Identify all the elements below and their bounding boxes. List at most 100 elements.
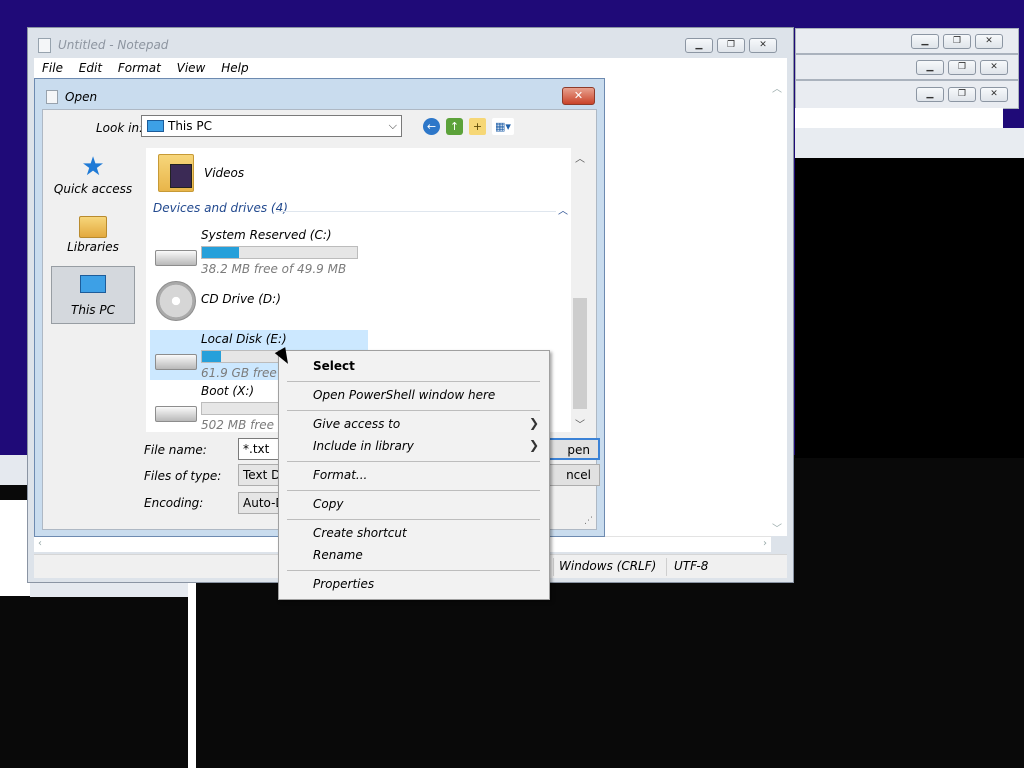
menu-separator	[287, 381, 540, 382]
look-in-label: Look in:	[96, 121, 144, 135]
status-encoding: UTF-8	[674, 559, 709, 573]
collapse-chevron-icon[interactable]: ︿	[558, 202, 568, 217]
minimize-button[interactable]: ▁	[916, 60, 944, 75]
window-title: Untitled - Notepad	[58, 38, 169, 52]
minimize-button[interactable]: ▁	[916, 87, 944, 102]
place-quick-access[interactable]: ★ Quick access	[51, 148, 135, 206]
encoding-label: Encoding:	[144, 496, 204, 510]
view-menu-icon[interactable]: ▦▾	[492, 118, 514, 135]
drive-usage-fill	[202, 247, 240, 258]
minimize-button[interactable]: ▁	[911, 34, 939, 49]
close-button[interactable]: ✕	[975, 34, 1003, 49]
cd-drive-icon	[156, 281, 196, 321]
menu-item-select[interactable]: Select	[313, 359, 355, 373]
background-window-content	[795, 108, 1003, 128]
close-button[interactable]: ✕	[562, 87, 595, 105]
submenu-arrow-icon: ❯	[528, 438, 539, 452]
submenu-arrow-icon: ❯	[528, 416, 539, 430]
close-button[interactable]: ✕	[980, 60, 1008, 75]
drive-name: Local Disk (E:)	[201, 332, 287, 346]
notepad-icon	[38, 38, 51, 53]
background-window-content	[795, 128, 1024, 158]
look-in-combobox[interactable]: This PC ⌵	[141, 115, 402, 137]
menu-item-format[interactable]: Format...	[313, 468, 367, 482]
drive-name: System Reserved (C:)	[201, 228, 332, 242]
scroll-down-icon[interactable]: ﹀	[575, 416, 585, 431]
menu-item-include-in-library[interactable]: Include in library	[313, 439, 414, 453]
vertical-scrollbar[interactable]: ︿ ﹀	[769, 78, 785, 536]
menu-help[interactable]: Help	[221, 58, 248, 78]
close-button[interactable]: ✕	[749, 38, 777, 53]
scroll-up-icon[interactable]: ︿	[769, 80, 785, 95]
drive-usage-fill	[202, 351, 221, 362]
place-libraries[interactable]: Libraries	[51, 208, 135, 266]
scroll-up-icon[interactable]: ︿	[575, 150, 585, 165]
video-film-icon	[170, 164, 192, 188]
drive-item-d[interactable]: CD Drive (D:)	[150, 278, 368, 328]
menu-item-copy[interactable]: Copy	[313, 497, 343, 511]
menu-item-rename[interactable]: Rename	[313, 548, 363, 562]
scroll-left-icon[interactable]: ‹	[38, 538, 42, 549]
places-bar: ★ Quick access Libraries This PC	[49, 148, 141, 408]
group-divider	[276, 211, 556, 212]
menu-item-create-shortcut[interactable]: Create shortcut	[313, 526, 407, 540]
drive-free-space: 38.2 MB free of 49.9 MB	[201, 262, 347, 276]
menu-item-properties[interactable]: Properties	[313, 577, 374, 591]
status-separator	[553, 558, 554, 576]
minimize-button[interactable]: ▁	[685, 38, 713, 53]
background-window-3[interactable]: ▁ ❐ ✕	[795, 80, 1019, 109]
computer-icon	[80, 275, 106, 293]
drive-name: CD Drive (D:)	[201, 292, 281, 306]
new-folder-icon[interactable]: +	[469, 118, 486, 135]
menu-file[interactable]: File	[42, 58, 63, 78]
maximize-button[interactable]: ❐	[717, 38, 745, 53]
status-separator	[666, 558, 667, 576]
group-header-devices[interactable]: Devices and drives (4)	[153, 201, 288, 215]
menu-separator	[287, 570, 540, 571]
drive-name: Boot (X:)	[201, 384, 255, 398]
menu-separator	[287, 410, 540, 411]
libraries-icon	[79, 216, 107, 238]
menu-separator	[287, 490, 540, 491]
menu-format[interactable]: Format	[118, 58, 161, 78]
chevron-down-icon[interactable]: ⌵	[389, 119, 397, 133]
context-menu: Select Open PowerShell window here Give …	[278, 350, 550, 600]
drive-item-c[interactable]: System Reserved (C:) 38.2 MB free of 49.…	[150, 226, 368, 276]
file-name-label: File name:	[144, 443, 207, 457]
place-this-pc[interactable]: This PC	[51, 266, 135, 324]
dialog-icon	[46, 90, 58, 104]
back-icon[interactable]: ←	[423, 118, 440, 135]
folder-label: Videos	[204, 166, 245, 180]
cancel-button[interactable]: ncel	[548, 464, 600, 486]
scroll-right-icon[interactable]: ›	[763, 538, 767, 549]
menu-separator	[287, 519, 540, 520]
folder-item-videos[interactable]: Videos	[158, 154, 458, 196]
background-window-edge	[188, 583, 196, 768]
background-window-2[interactable]: ▁ ❐ ✕	[795, 54, 1019, 80]
scrollbar-thumb[interactable]	[573, 298, 587, 409]
background-window-content	[795, 158, 1024, 458]
look-in-value: This PC	[168, 119, 212, 133]
menu-item-give-access[interactable]: Give access to	[313, 417, 400, 431]
up-folder-icon[interactable]: ↑	[446, 118, 463, 135]
restore-button[interactable]: ❐	[943, 34, 971, 49]
dialog-toolbar: ← ↑ + ▦▾	[423, 118, 514, 135]
menu-item-open-powershell[interactable]: Open PowerShell window here	[313, 388, 495, 402]
dialog-title: Open	[65, 90, 98, 104]
place-label: Libraries	[67, 240, 119, 254]
file-list-scrollbar[interactable]: ︿ ﹀	[571, 148, 589, 432]
background-window-1[interactable]: ▁ ❐ ✕	[795, 28, 1019, 54]
restore-button[interactable]: ❐	[948, 87, 976, 102]
menu-edit[interactable]: Edit	[79, 58, 102, 78]
drive-usage-bar	[201, 246, 358, 259]
restore-button[interactable]: ❐	[948, 60, 976, 75]
menu-bar: File Edit Format View Help	[34, 58, 787, 78]
menu-separator	[287, 461, 540, 462]
scroll-down-icon[interactable]: ﹀	[769, 520, 785, 535]
place-label: Quick access	[53, 182, 133, 196]
open-button[interactable]: pen	[548, 438, 600, 460]
background-window-edge	[30, 583, 190, 597]
close-button[interactable]: ✕	[980, 87, 1008, 102]
resize-grip-icon[interactable]: ⋰	[584, 516, 593, 526]
menu-view[interactable]: View	[177, 58, 206, 78]
